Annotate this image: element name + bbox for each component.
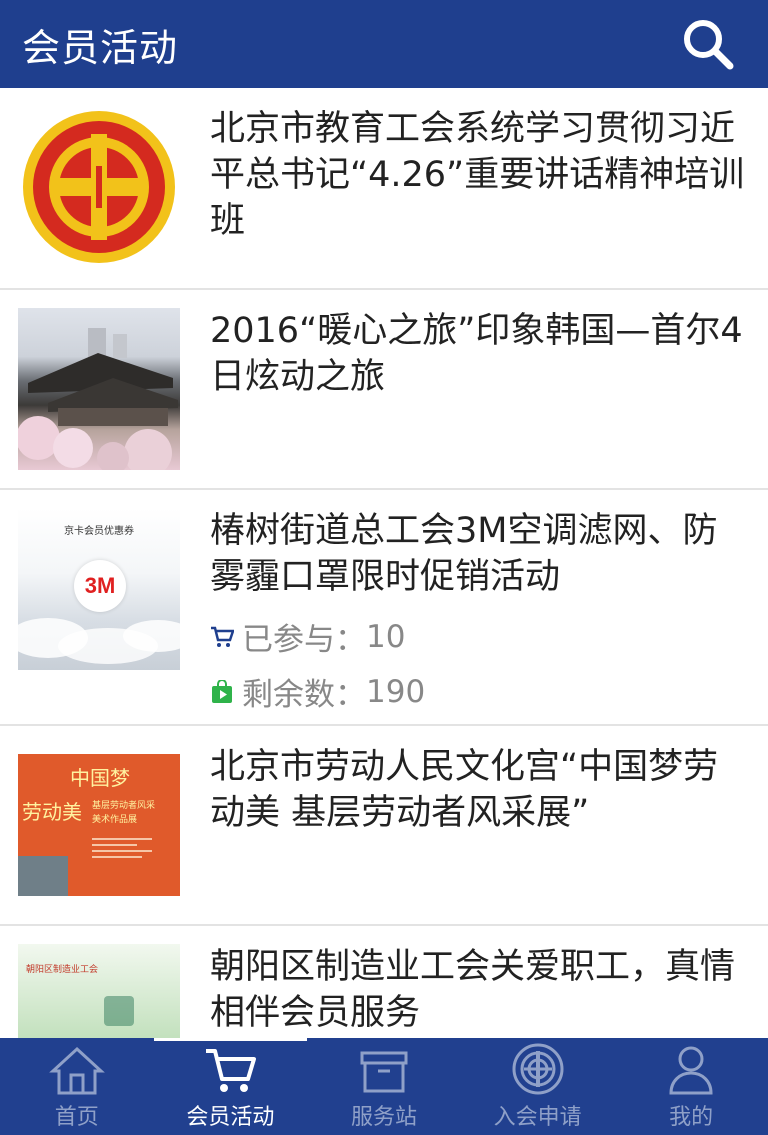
cart-icon bbox=[206, 1049, 257, 1092]
home-icon bbox=[48, 1046, 105, 1095]
3m-promo-thumbnail: 京卡会员优惠券 3M bbox=[18, 508, 180, 670]
list-item[interactable]: 朝阳区制造业工会 朝阳区制造业工会关爱职工，真情相伴会员服务 bbox=[0, 926, 768, 1038]
tab-label: 首页 bbox=[54, 1105, 99, 1130]
tab-label: 会员活动 bbox=[186, 1105, 275, 1130]
item-title: 2016“暖心之旅”印象韩国—首尔4日炫动之旅 bbox=[210, 311, 743, 397]
joined-count: 已参与： 10 bbox=[210, 614, 746, 659]
green-banner-thumbnail: 朝阳区制造业工会 bbox=[18, 944, 180, 1038]
app-header: 会员活动 bbox=[0, 0, 768, 88]
joined-label: 已参与： bbox=[242, 622, 366, 658]
bottom-tab-bar: 首页 会员活动 服务站 入会申请 我的 bbox=[0, 1038, 768, 1135]
bag-icon bbox=[212, 679, 232, 703]
item-title: 椿树街道总工会3M空调滤网、防雾霾口罩限时促销活动 bbox=[210, 511, 718, 597]
activity-list: 北京市教育工会系统学习贯彻习近平总书记“4.26”重要讲话精神培训班 2016“… bbox=[0, 88, 768, 1038]
remaining-value: 190 bbox=[366, 673, 426, 710]
item-title: 北京市劳动人民文化宫“中国梦劳动美 基层劳动者风采展” bbox=[210, 747, 719, 833]
poster-text-4: 美术作品展 bbox=[92, 815, 138, 825]
tab-label: 入会申请 bbox=[493, 1105, 582, 1130]
page-title: 会员活动 bbox=[22, 25, 179, 70]
search-button[interactable] bbox=[676, 12, 740, 76]
poster-text-2: 劳动美 bbox=[22, 800, 82, 824]
tab-join-application[interactable]: 入会申请 bbox=[461, 1038, 615, 1135]
tab-home[interactable]: 首页 bbox=[0, 1038, 154, 1135]
item-title: 北京市教育工会系统学习贯彻习近平总书记“4.26”重要讲话精神培训班 bbox=[210, 109, 745, 241]
list-item[interactable]: 2016“暖心之旅”印象韩国—首尔4日炫动之旅 bbox=[0, 290, 768, 490]
poster-fineprint bbox=[92, 834, 152, 862]
list-item[interactable]: 北京市教育工会系统学习贯彻习近平总书记“4.26”重要讲话精神培训班 bbox=[0, 88, 768, 290]
cart-icon bbox=[211, 626, 234, 647]
banner-caption: 朝阳区制造业工会 bbox=[26, 965, 99, 975]
joined-value: 10 bbox=[366, 618, 406, 655]
list-item[interactable]: 中国梦 劳动美 基层劳动者风采 美术作品展 北京市劳动人民文化宫“中国梦劳动美 … bbox=[0, 726, 768, 926]
item-title: 朝阳区制造业工会关爱职工，真情相伴会员服务 bbox=[210, 947, 736, 1033]
remaining-count: 剩余数： 190 bbox=[210, 669, 746, 714]
tab-label: 我的 bbox=[669, 1105, 714, 1130]
tab-member-activities[interactable]: 会员活动 bbox=[153, 1038, 308, 1135]
list-item[interactable]: 京卡会员优惠券 3M 椿树街道总工会3M空调滤网、防雾霾口罩限时促销活动 已参与… bbox=[0, 490, 768, 726]
search-icon bbox=[684, 20, 734, 70]
person-icon bbox=[669, 1046, 713, 1095]
union-icon bbox=[512, 1043, 564, 1095]
tab-label: 服务站 bbox=[350, 1105, 417, 1130]
union-logo-thumbnail bbox=[18, 106, 180, 268]
exhibition-poster-thumbnail: 中国梦 劳动美 基层劳动者风采 美术作品展 bbox=[18, 754, 180, 896]
tab-service-station[interactable]: 服务站 bbox=[307, 1038, 461, 1135]
tab-mine[interactable]: 我的 bbox=[614, 1038, 768, 1135]
remaining-label: 剩余数： bbox=[242, 677, 366, 713]
poster-text-1: 中国梦 bbox=[70, 766, 130, 790]
poster-text-3: 基层劳动者风采 bbox=[92, 801, 156, 811]
box-icon bbox=[360, 1051, 408, 1093]
korea-photo-thumbnail bbox=[18, 308, 180, 470]
